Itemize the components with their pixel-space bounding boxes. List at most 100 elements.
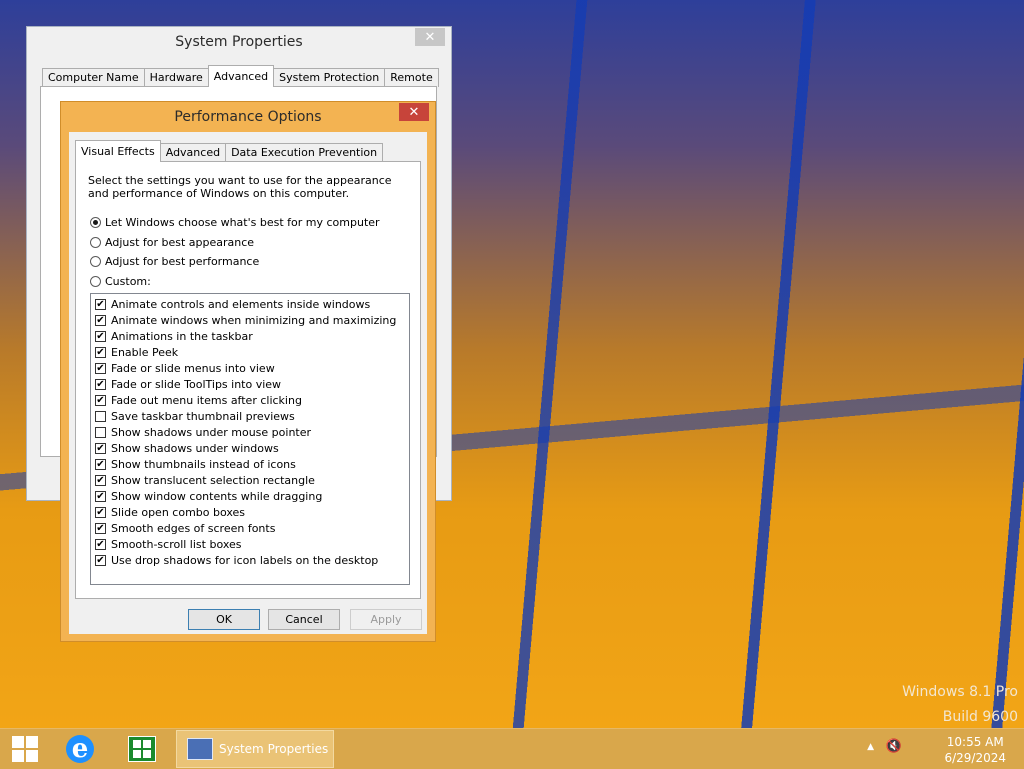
clock-time: 10:55 AM (946, 735, 1004, 749)
tab-visual-effects[interactable]: Visual Effects (75, 140, 161, 162)
visual-effect-label: Show window contents while dragging (111, 489, 323, 503)
checkbox-checked-icon: ✔ (95, 362, 106, 374)
radio-selected-icon (90, 216, 101, 228)
radio-let-windows-choose[interactable]: Let Windows choose what's best for my co… (90, 214, 380, 230)
checkbox-checked-icon: ✔ (95, 394, 106, 406)
system-properties-titlebar[interactable]: System Properties ✕ (27, 27, 451, 57)
clock-date: 6/29/2024 (944, 751, 1006, 765)
visual-effect-label: Use drop shadows for icon labels on the … (111, 553, 379, 567)
visual-effect-item[interactable]: ✔ Show translucent selection rectangle (95, 472, 315, 488)
visual-effects-description: Select the settings you want to use for … (88, 174, 392, 200)
windows-logo-icon (12, 736, 38, 762)
internet-explorer-button[interactable]: e (60, 733, 100, 765)
clock[interactable]: 10:55 AM 6/29/2024 (944, 734, 1006, 766)
system-properties-close-button[interactable]: ✕ (415, 28, 445, 46)
performance-options-window: Performance Options ✕ Visual Effects Adv… (60, 101, 436, 642)
performance-options-tabs: Visual Effects Advanced Data Execution P… (75, 140, 384, 162)
visual-effect-item[interactable]: ✔ Animate windows when minimizing and max… (95, 312, 396, 328)
radio-unselected-icon (90, 255, 101, 267)
visual-effect-item[interactable]: ✔ Fade or slide ToolTips into view (95, 376, 281, 392)
apply-button[interactable]: Apply (350, 609, 422, 630)
taskbar: e System Properties ▲ 🔇 10:55 AM 6/29/20… (0, 728, 1024, 769)
start-button[interactable] (5, 733, 45, 765)
radio-label: Let Windows choose what's best for my co… (105, 215, 380, 229)
visual-effect-item[interactable]: ✔ Fade or slide menus into view (95, 360, 275, 376)
speaker-muted-icon[interactable]: 🔇 (886, 739, 902, 754)
checkbox-checked-icon: ✔ (95, 522, 106, 534)
visual-effect-item[interactable]: Save taskbar thumbnail previews (95, 408, 295, 424)
checkbox-checked-icon: ✔ (95, 330, 106, 342)
visual-effect-item[interactable]: ✔ Show window contents while dragging (95, 488, 322, 504)
checkbox-checked-icon: ✔ (95, 490, 106, 502)
visual-effect-label: Save taskbar thumbnail previews (111, 409, 295, 423)
ok-button[interactable]: OK (188, 609, 260, 630)
checkbox-checked-icon: ✔ (95, 474, 106, 486)
visual-effect-item[interactable]: ✔ Fade out menu items after clicking (95, 392, 302, 408)
visual-effect-label: Show shadows under windows (111, 441, 279, 455)
visual-effect-item[interactable]: ✔ Animations in the taskbar (95, 328, 253, 344)
radio-label: Adjust for best appearance (105, 235, 255, 249)
tab-system-protection[interactable]: System Protection (273, 68, 386, 87)
visual-effect-item[interactable]: ✔ Smooth edges of screen fonts (95, 520, 275, 536)
radio-best-appearance[interactable]: Adjust for best appearance (90, 234, 254, 250)
visual-effect-label: Show translucent selection rectangle (111, 473, 315, 487)
visual-effect-item[interactable]: Show shadows under mouse pointer (95, 424, 311, 440)
performance-options-titlebar[interactable]: Performance Options ✕ (61, 102, 435, 132)
visual-effect-item[interactable]: ✔ Smooth-scroll list boxes (95, 536, 242, 552)
visual-effect-label: Show thumbnails instead of icons (111, 457, 296, 471)
internet-explorer-icon: e (66, 734, 94, 764)
checkbox-unchecked-icon (95, 410, 106, 422)
visual-effect-item[interactable]: ✔ Animate controls and elements inside wi… (95, 296, 370, 312)
visual-effect-label: Animate windows when minimizing and maxi… (111, 313, 397, 327)
tab-computer-name[interactable]: Computer Name (42, 68, 145, 87)
show-hidden-icons-arrow-icon[interactable]: ▲ (867, 742, 874, 752)
visual-effect-label: Animate controls and elements inside win… (111, 297, 371, 311)
visual-effect-item[interactable]: ✔ Show thumbnails instead of icons (95, 456, 296, 472)
radio-best-performance[interactable]: Adjust for best performance (90, 253, 259, 269)
visual-effect-label: Fade or slide ToolTips into view (111, 377, 282, 391)
store-icon (128, 736, 156, 762)
tab-remote[interactable]: Remote (384, 68, 439, 87)
visual-effect-label: Smooth-scroll list boxes (111, 537, 242, 551)
visual-effect-label: Show shadows under mouse pointer (111, 425, 312, 439)
checkbox-checked-icon: ✔ (95, 554, 106, 566)
visual-effects-list[interactable]: ✔ Animate controls and elements inside wi… (90, 293, 410, 585)
taskbar-item-system-properties[interactable]: System Properties (176, 730, 334, 768)
close-icon: ✕ (408, 104, 420, 120)
system-properties-tabs: Computer Name Hardware Advanced System P… (42, 65, 439, 87)
visual-effect-label: Fade or slide menus into view (111, 361, 275, 375)
tab-advanced[interactable]: Advanced (207, 65, 275, 87)
performance-options-close-button[interactable]: ✕ (399, 103, 429, 121)
performance-options-body: Visual Effects Advanced Data Execution P… (69, 132, 427, 634)
store-button[interactable] (122, 733, 162, 765)
checkbox-checked-icon: ✔ (95, 314, 106, 326)
checkbox-unchecked-icon (95, 426, 106, 438)
visual-effect-item[interactable]: ✔ Slide open combo boxes (95, 504, 245, 520)
radio-unselected-icon (90, 275, 101, 287)
checkbox-checked-icon: ✔ (95, 346, 106, 358)
windows-version-watermark: Windows 8.1 Pro (902, 684, 1018, 700)
visual-effect-label: Animations in the taskbar (111, 329, 253, 343)
cancel-button[interactable]: Cancel (268, 609, 340, 630)
checkbox-checked-icon: ✔ (95, 298, 106, 310)
close-icon: ✕ (424, 29, 436, 45)
visual-effect-label: Smooth edges of screen fonts (111, 521, 276, 535)
checkbox-checked-icon: ✔ (95, 458, 106, 470)
radio-label: Custom: (105, 274, 151, 288)
system-properties-title: System Properties (175, 34, 303, 50)
taskbar-item-label: System Properties (219, 742, 329, 756)
tab-advanced[interactable]: Advanced (159, 143, 227, 162)
visual-effect-label: Enable Peek (111, 345, 179, 359)
visual-effect-item[interactable]: ✔ Enable Peek (95, 344, 178, 360)
checkbox-checked-icon: ✔ (95, 442, 106, 454)
performance-options-title: Performance Options (174, 109, 322, 125)
tab-hardware[interactable]: Hardware (143, 68, 209, 87)
visual-effect-item[interactable]: ✔ Show shadows under windows (95, 440, 279, 456)
visual-effects-panel: Select the settings you want to use for … (75, 161, 421, 599)
checkbox-checked-icon: ✔ (95, 506, 106, 518)
checkbox-checked-icon: ✔ (95, 538, 106, 550)
system-properties-icon (187, 738, 213, 760)
tab-data-execution-prevention[interactable]: Data Execution Prevention (225, 143, 384, 162)
radio-custom[interactable]: Custom: (90, 273, 151, 289)
visual-effect-item[interactable]: ✔ Use drop shadows for icon labels on the… (95, 552, 378, 568)
